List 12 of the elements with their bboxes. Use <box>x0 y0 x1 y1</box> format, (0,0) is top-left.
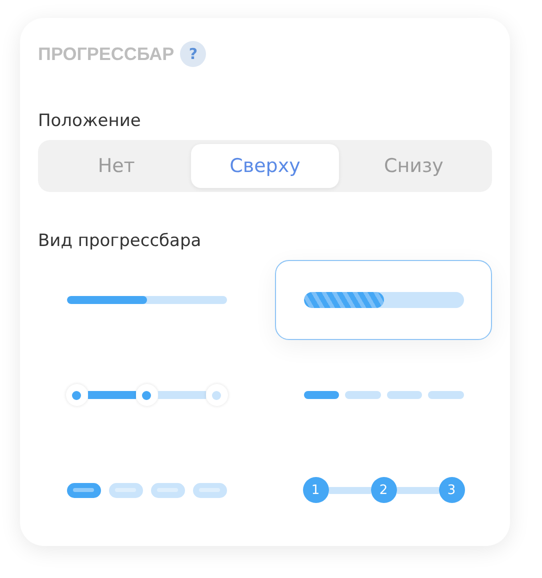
step-marker: 1 <box>302 477 328 503</box>
step-marker: 3 <box>438 477 464 503</box>
position-tab[interactable]: Снизу <box>339 144 488 188</box>
field-label: Положение <box>38 110 142 132</box>
progressbar-option[interactable] <box>275 260 492 340</box>
step-marker: 2 <box>370 477 396 503</box>
progressbar-option[interactable]: 1 2 3 <box>275 450 492 530</box>
section-title: ПРОГРЕССБАР <box>38 44 174 64</box>
position-tab[interactable]: Сверху <box>190 144 340 188</box>
field-label: Вид прогрессбара <box>38 230 202 252</box>
position-tab[interactable]: Нет <box>42 144 191 188</box>
help-button[interactable]: ? <box>180 41 206 67</box>
